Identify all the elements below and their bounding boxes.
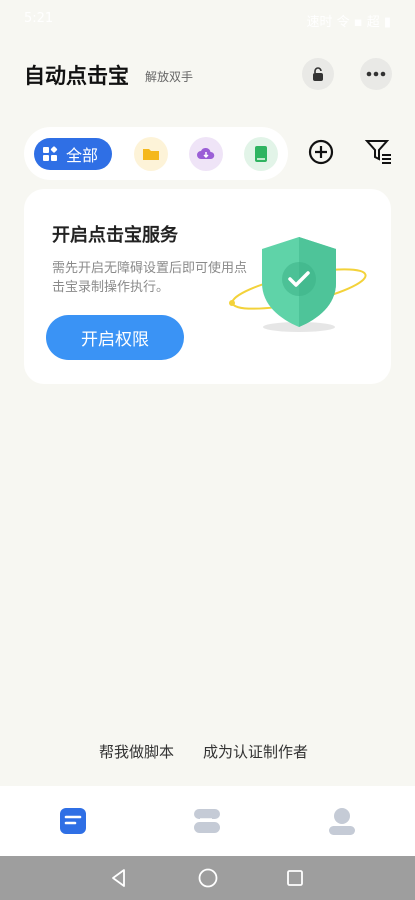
tab-cloud[interactable] [189, 137, 223, 171]
status-indicators: 速时 令 ▪ 超 ▮ [306, 15, 392, 30]
nav-library[interactable] [190, 804, 224, 838]
status-time: 5:21 [24, 11, 54, 26]
become-creator-link[interactable]: 成为认证制作者 [203, 741, 308, 762]
app-title: 自动点击宝 [24, 64, 129, 88]
add-icon [308, 139, 334, 165]
system-nav-bar [0, 856, 415, 900]
lock-icon [313, 67, 323, 81]
tab-all[interactable]: 全部 [34, 138, 112, 170]
folder-icon [143, 149, 159, 160]
card-title: 开启点击宝服务 [52, 225, 178, 246]
lock-button[interactable] [302, 58, 334, 90]
footer-links: 帮我做脚本 成为认证制作者 [0, 741, 415, 765]
filter-button[interactable] [364, 137, 394, 167]
grid-icon [43, 146, 58, 161]
tab-folder[interactable] [134, 137, 168, 171]
filter-icon [364, 140, 391, 164]
add-button[interactable] [306, 137, 336, 167]
shield-check-icon [229, 237, 367, 332]
system-home-button[interactable] [196, 866, 220, 890]
system-recent-button[interactable] [283, 866, 307, 890]
cloud-download-icon [197, 147, 215, 159]
nav-home[interactable] [56, 804, 90, 838]
more-icon [366, 71, 386, 77]
bottom-nav [0, 786, 415, 856]
help-make-script-link[interactable]: 帮我做脚本 [99, 741, 174, 762]
tab-book[interactable] [244, 137, 278, 171]
status-bar: 5:21 速时 令 ▪ 超 ▮ [0, 0, 415, 40]
service-card: 开启点击宝服务 需先开启无障碍设置后即可使用点击宝录制操作执行。 开启权限 [24, 189, 391, 384]
home-doc-icon [60, 808, 86, 834]
more-button[interactable] [360, 58, 392, 90]
nav-profile[interactable] [325, 804, 359, 838]
profile-icon [329, 808, 355, 835]
system-back-button[interactable] [107, 866, 131, 890]
book-icon [255, 146, 267, 162]
open-permission-button[interactable]: 开启权限 [46, 315, 184, 360]
library-icon [194, 809, 220, 833]
app-header: 自动点击宝 解放双手 [24, 58, 392, 92]
app-subtitle: 解放双手 [145, 70, 194, 84]
back-triangle-icon [112, 869, 125, 887]
tab-all-label: 全部 [66, 146, 99, 165]
home-circle-icon [198, 868, 218, 888]
category-tabs: 全部 [24, 127, 288, 180]
recent-square-icon [287, 870, 303, 886]
